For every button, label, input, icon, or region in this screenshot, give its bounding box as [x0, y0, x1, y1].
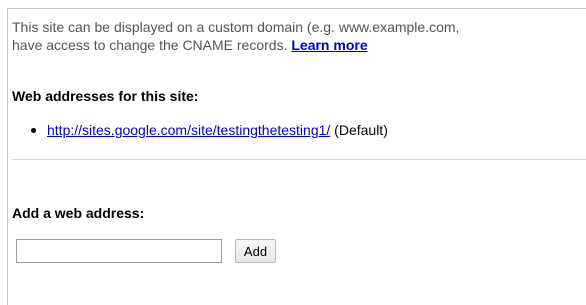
web-addresses-heading: Web addresses for this site: [12, 88, 199, 104]
intro-line-2: have access to change the CNAME records.… [12, 36, 582, 54]
intro-line-2-text: have access to change the CNAME records. [12, 37, 288, 53]
section-divider [12, 159, 586, 160]
address-list-item: http://sites.google.com/site/testingthet… [31, 122, 388, 138]
site-address-link[interactable]: http://sites.google.com/site/testingthet… [47, 122, 330, 138]
add-web-address-heading: Add a web address: [12, 205, 145, 221]
intro-line-1: This site can be displayed on a custom d… [12, 19, 460, 35]
custom-domain-intro: This site can be displayed on a custom d… [12, 18, 582, 54]
web-address-input[interactable] [16, 239, 222, 263]
bullet-icon [31, 128, 36, 133]
default-address-label: (Default) [334, 122, 388, 138]
add-button[interactable]: Add [235, 239, 276, 263]
learn-more-link[interactable]: Learn more [291, 37, 367, 53]
